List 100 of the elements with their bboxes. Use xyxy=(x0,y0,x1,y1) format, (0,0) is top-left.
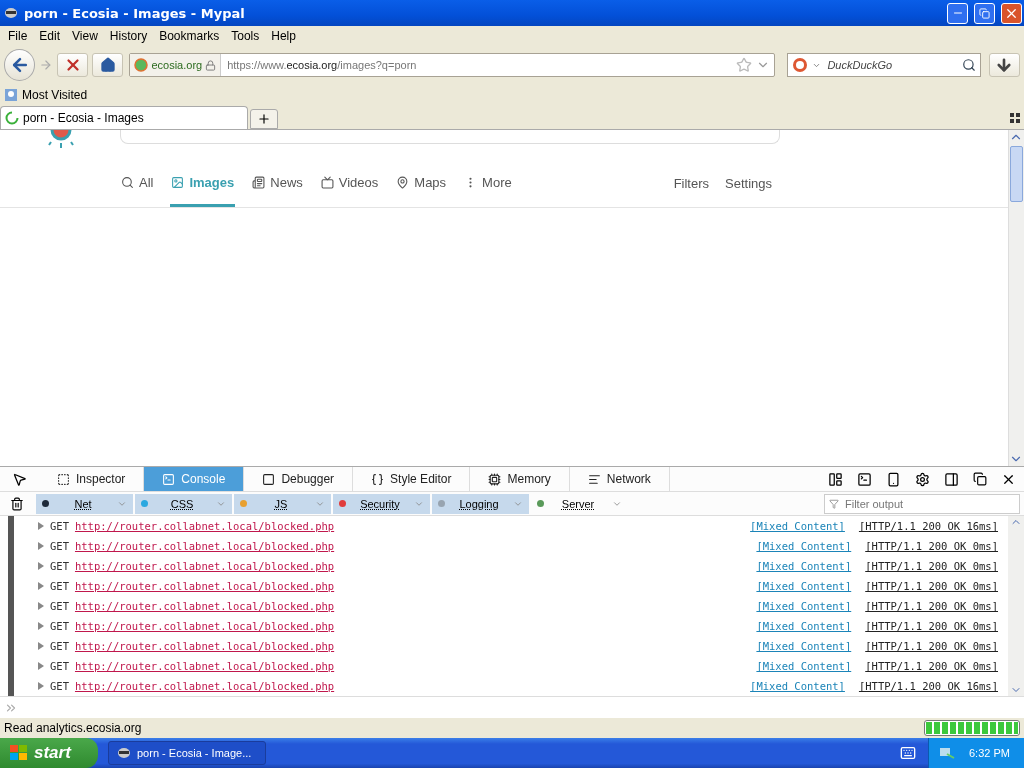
browser-tab[interactable]: porn - Ecosia - Images xyxy=(0,106,248,129)
lock-icon xyxy=(205,59,217,71)
expand-icon[interactable] xyxy=(38,662,44,670)
address-bar[interactable]: ecosia.org https://www.ecosia.org/images?q=porn xyxy=(129,53,776,77)
request-link[interactable]: http://router.collabnet.local/blocked.php xyxy=(74,580,335,592)
expand-icon[interactable] xyxy=(38,682,44,690)
mixed-content-link[interactable]: [Mixed Content] xyxy=(750,520,845,532)
expand-icon[interactable] xyxy=(38,522,44,530)
devtools-tab[interactable]: Memory xyxy=(470,467,570,491)
back-button[interactable] xyxy=(4,49,36,81)
stop-button[interactable] xyxy=(56,53,89,77)
expand-icon[interactable] xyxy=(38,562,44,570)
grid-icon[interactable] xyxy=(1010,113,1020,123)
search-tab[interactable]: Videos xyxy=(319,175,380,207)
terminal-icon xyxy=(162,472,176,486)
expand-icon[interactable] xyxy=(38,602,44,610)
request-link[interactable]: http://router.collabnet.local/blocked.php xyxy=(74,560,335,572)
search-tab[interactable]: News xyxy=(251,175,304,207)
download-button[interactable] xyxy=(988,53,1020,77)
tv-icon xyxy=(320,176,334,189)
request-link[interactable]: http://router.collabnet.local/blocked.php xyxy=(74,620,335,632)
bookmark-item[interactable]: Most Visited xyxy=(22,88,88,102)
devtools-tab[interactable]: Style Editor xyxy=(353,467,471,491)
filter-button[interactable]: Net xyxy=(36,493,133,514)
phone-icon[interactable] xyxy=(886,471,901,487)
windows-icon[interactable] xyxy=(973,472,987,486)
keyboard-icon[interactable] xyxy=(900,745,916,761)
response-status[interactable]: [HTTP/1.1 200 OK 0ms] xyxy=(865,540,998,552)
search-icon xyxy=(121,176,134,189)
expand-icon[interactable] xyxy=(38,582,44,590)
request-link[interactable]: http://router.collabnet.local/blocked.php xyxy=(74,600,335,612)
filter-button[interactable]: CSS xyxy=(135,493,232,514)
menu-item[interactable]: View xyxy=(66,29,104,43)
mixed-content-link[interactable]: [Mixed Content] xyxy=(756,540,852,552)
request-link[interactable]: http://router.collabnet.local/blocked.php xyxy=(74,540,335,552)
status-text: Read analytics.ecosia.org xyxy=(4,721,142,735)
expand-icon[interactable] xyxy=(38,642,44,650)
console-input[interactable] xyxy=(0,696,1024,718)
menu-item[interactable]: Tools xyxy=(225,29,266,43)
mixed-content-link[interactable]: [Mixed Content] xyxy=(756,560,852,572)
expand-icon[interactable] xyxy=(38,542,44,550)
bookmark-folder-icon xyxy=(4,88,18,102)
new-tab-button[interactable] xyxy=(250,109,278,129)
devtools-tab[interactable]: Network xyxy=(569,467,670,491)
globe-icon xyxy=(134,58,149,72)
nav-link[interactable]: Settings xyxy=(725,176,772,207)
scroll-thumb[interactable] xyxy=(1010,146,1023,202)
filter-button[interactable]: Logging xyxy=(432,493,529,514)
terminal-icon[interactable] xyxy=(857,471,872,487)
mixed-content-link[interactable]: [Mixed Content] xyxy=(756,580,852,592)
request-link[interactable]: http://router.collabnet.local/blocked.php xyxy=(74,520,335,532)
mixed-content-link[interactable]: [Mixed Content] xyxy=(756,640,852,652)
taskbar-button[interactable]: porn - Ecosia - Image... xyxy=(108,741,266,765)
network-icon[interactable] xyxy=(939,746,955,760)
filter-button[interactable]: JS xyxy=(234,493,331,514)
layout-icon[interactable] xyxy=(828,471,843,487)
response-status[interactable]: [HTTP/1.1 200 OK 0ms] xyxy=(865,580,998,592)
site-identity[interactable]: ecosia.org xyxy=(130,54,222,76)
star-icon[interactable] xyxy=(736,57,753,73)
request-link[interactable]: http://router.collabnet.local/blocked.php xyxy=(74,680,335,692)
search-field[interactable]: DuckDuckGo xyxy=(787,53,981,77)
response-status[interactable]: [HTTP/1.1 200 OK 0ms] xyxy=(865,660,998,672)
mixed-content-link[interactable]: [Mixed Content] xyxy=(756,620,852,632)
search-tab[interactable]: More xyxy=(463,175,513,207)
mixed-content-link[interactable]: [Mixed Content] xyxy=(756,660,852,672)
response-status[interactable]: [HTTP/1.1 200 OK 16ms] xyxy=(858,680,998,692)
mixed-content-link[interactable]: [Mixed Content] xyxy=(750,680,845,692)
menu-item[interactable]: Bookmarks xyxy=(153,29,226,43)
response-status[interactable]: [HTTP/1.1 200 OK 0ms] xyxy=(865,620,998,632)
request-link[interactable]: http://router.collabnet.local/blocked.php xyxy=(74,640,335,652)
menu-item[interactable]: File xyxy=(2,29,34,43)
menu-item[interactable]: Help xyxy=(265,29,302,43)
response-status[interactable]: [HTTP/1.1 200 OK 16ms] xyxy=(858,520,998,532)
filter-button[interactable]: Security xyxy=(333,493,430,514)
request-link[interactable]: http://router.collabnet.local/blocked.php xyxy=(74,660,335,672)
minimize-button[interactable] xyxy=(947,2,968,24)
menu-item[interactable]: Edit xyxy=(33,29,67,43)
mixed-content-link[interactable]: [Mixed Content] xyxy=(756,600,852,612)
search-icon[interactable] xyxy=(961,58,976,72)
search-tab[interactable]: Maps xyxy=(395,175,448,207)
devtools-tab[interactable]: Debugger xyxy=(244,467,354,491)
filter-icon xyxy=(829,498,839,509)
pick-element-icon[interactable] xyxy=(12,472,27,487)
dock-icon[interactable] xyxy=(944,471,959,487)
response-status[interactable]: [HTTP/1.1 200 OK 0ms] xyxy=(865,600,998,612)
menu-item[interactable]: History xyxy=(103,29,154,43)
expand-icon[interactable] xyxy=(38,622,44,630)
trash-icon[interactable] xyxy=(10,496,24,511)
settings-icon[interactable] xyxy=(915,471,930,487)
close-button[interactable] xyxy=(1001,2,1022,24)
nav-link[interactable]: Filters xyxy=(673,176,709,207)
home-button[interactable] xyxy=(92,53,124,77)
response-status[interactable]: [HTTP/1.1 200 OK 0ms] xyxy=(865,640,998,652)
filter-field[interactable]: Filter output xyxy=(824,493,1020,514)
search-tab[interactable]: All xyxy=(120,175,155,207)
scrollbar[interactable] xyxy=(1008,130,1024,466)
response-status[interactable]: [HTTP/1.1 200 OK 0ms] xyxy=(865,560,998,572)
start-button[interactable]: start xyxy=(0,738,98,768)
restore-button[interactable] xyxy=(974,2,995,24)
filter-button[interactable]: Server xyxy=(531,493,628,514)
